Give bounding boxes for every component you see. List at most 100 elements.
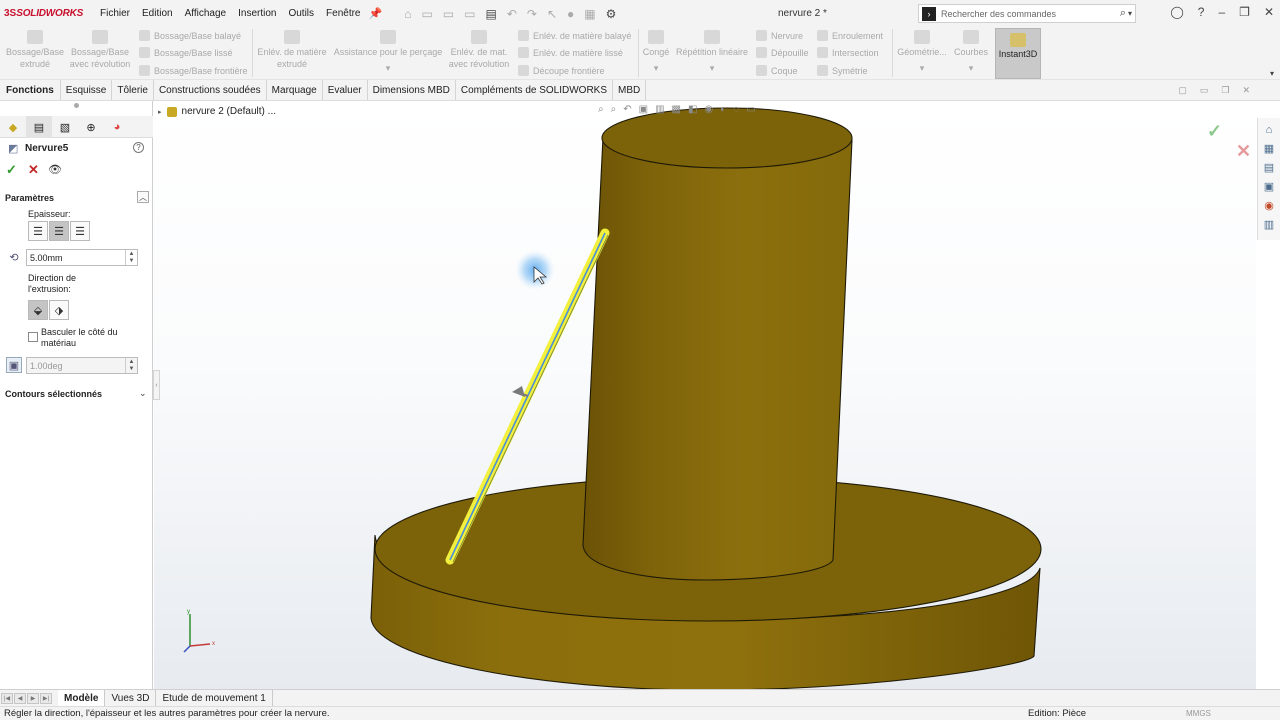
- last-tab-icon[interactable]: ▶|: [40, 692, 52, 704]
- tab-marquage[interactable]: Marquage: [267, 80, 323, 100]
- thickness-stepper[interactable]: ▲ ▼: [125, 250, 137, 265]
- enlev-revolution-button[interactable]: Enlév. de mat. avec révolution: [446, 30, 512, 70]
- draft-angle-stepper[interactable]: ▲ ▼: [125, 358, 137, 373]
- home-icon[interactable]: ⌂: [404, 7, 411, 21]
- property-manager-tab[interactable]: ▤: [26, 116, 52, 138]
- menu-outils[interactable]: Outils: [288, 8, 314, 19]
- close-icon[interactable]: ✕: [1264, 5, 1274, 19]
- tab-complements[interactable]: Compléments de SOLIDWORKS: [456, 80, 614, 100]
- graphics-area[interactable]: y x: [154, 101, 1256, 689]
- enlev-balaye-button[interactable]: Enlév. de matière balayé: [518, 30, 631, 41]
- thickness-input[interactable]: 5.00mm ▲ ▼: [26, 249, 138, 266]
- edit-appearance-icon[interactable]: ◐: [720, 104, 726, 115]
- cancel-button[interactable]: ✕: [28, 162, 39, 178]
- appearances-icon[interactable]: ◉: [1262, 198, 1277, 213]
- chevron-down-icon[interactable]: ▾: [641, 62, 671, 74]
- display-style-icon[interactable]: ◧: [688, 104, 697, 115]
- draft-angle-input[interactable]: 1.00deg ▲ ▼: [26, 357, 138, 374]
- minimize-icon[interactable]: –: [1218, 5, 1225, 19]
- menu-fenetre[interactable]: Fenêtre: [326, 8, 360, 19]
- bossage-frontiere-button[interactable]: Bossage/Base frontière: [139, 65, 248, 76]
- print-icon[interactable]: ▤: [485, 7, 496, 21]
- restore-icon[interactable]: ❐: [1221, 85, 1229, 96]
- chevron-down-icon[interactable]: ▾: [1270, 69, 1274, 78]
- custom-properties-icon[interactable]: ▥: [1262, 217, 1277, 232]
- tab-mbd[interactable]: MBD: [613, 80, 647, 100]
- open-icon[interactable]: ▭: [443, 7, 454, 21]
- thickness-value[interactable]: 5.00mm: [27, 253, 125, 263]
- feature-tree-flyout[interactable]: ▸ nervure 2 (Default) ...: [158, 106, 276, 117]
- tab-vues-3d[interactable]: Vues 3D: [105, 689, 157, 707]
- chevron-down-icon[interactable]: ▾: [674, 62, 750, 74]
- search-icon[interactable]: ⌕: [1120, 7, 1126, 20]
- chevron-down-icon[interactable]: ▾: [332, 62, 444, 74]
- options-gear-icon[interactable]: ⚙: [606, 7, 617, 21]
- ok-button[interactable]: ✓: [6, 162, 17, 178]
- configuration-manager-tab[interactable]: ▧: [52, 116, 78, 138]
- section-view-icon[interactable]: ▣: [639, 104, 648, 115]
- dimxpert-manager-tab[interactable]: ⊕: [78, 116, 104, 138]
- pin-icon[interactable]: 📌: [369, 7, 383, 20]
- symetrie-button[interactable]: Symétrie: [817, 65, 868, 76]
- view-palette-icon[interactable]: ▣: [1262, 179, 1277, 194]
- geometrie-reference-button[interactable]: Géométrie... ▾: [896, 30, 948, 74]
- coque-button[interactable]: Coque: [756, 65, 798, 76]
- preview-eye-icon[interactable]: 👁: [48, 163, 62, 176]
- file-explorer-icon[interactable]: ▤: [1262, 160, 1277, 175]
- menu-insertion[interactable]: Insertion: [238, 8, 276, 19]
- tab-modele[interactable]: Modèle: [58, 689, 106, 707]
- draft-angle-value[interactable]: 1.00deg: [27, 361, 125, 371]
- chevron-down-icon[interactable]: ⌄: [139, 388, 147, 399]
- tile-icon[interactable]: ▢: [1178, 85, 1187, 96]
- chevron-down-icon[interactable]: ▾: [896, 62, 948, 74]
- file-properties-icon[interactable]: ▦: [584, 7, 595, 21]
- view-settings-icon[interactable]: ▭: [746, 104, 755, 115]
- thickness-second-side-button[interactable]: ☰: [70, 221, 90, 241]
- confirmation-cancel-icon[interactable]: ✕: [1236, 141, 1251, 162]
- help-icon[interactable]: ?: [133, 142, 144, 153]
- menu-edition[interactable]: Edition: [142, 8, 173, 19]
- enlev-lisse-button[interactable]: Enlév. de matière lissé: [518, 47, 623, 58]
- tab-dimensions-mbd[interactable]: Dimensions MBD: [368, 80, 456, 100]
- assistance-percage-button[interactable]: Assistance pour le perçage ▾: [332, 30, 444, 74]
- first-tab-icon[interactable]: |◀: [1, 692, 13, 704]
- confirmation-ok-icon[interactable]: ✓: [1207, 121, 1222, 142]
- bossage-lisse-button[interactable]: Bossage/Base lissé: [139, 47, 233, 58]
- user-icon[interactable]: ◯: [1170, 5, 1183, 19]
- next-tab-icon[interactable]: ▶: [27, 692, 39, 704]
- tab-evaluer[interactable]: Evaluer: [323, 80, 368, 100]
- draft-toggle-button[interactable]: ▣: [6, 357, 22, 373]
- menu-affichage[interactable]: Affichage: [185, 8, 227, 19]
- repetition-lineaire-button[interactable]: Répétition linéaire ▾: [674, 30, 750, 74]
- tree-item-label[interactable]: nervure 2 (Default) ...: [182, 106, 276, 117]
- apply-scene-icon[interactable]: ◌: [733, 104, 739, 115]
- undo-icon[interactable]: ↶: [507, 7, 517, 21]
- direction-parallel-button[interactable]: ⬙: [28, 300, 48, 320]
- new-document-icon[interactable]: ▭: [421, 7, 432, 21]
- depouille-button[interactable]: Dépouille: [756, 47, 809, 58]
- flip-material-checkbox[interactable]: [28, 332, 38, 342]
- redo-icon[interactable]: ↷: [527, 7, 537, 21]
- menu-fichier[interactable]: Fichier: [100, 8, 130, 19]
- tab-esquisse[interactable]: Esquisse: [61, 80, 113, 100]
- dynamic-annotation-icon[interactable]: ▥: [655, 104, 664, 115]
- bossage-revolution-button[interactable]: Bossage/Base avec révolution: [68, 30, 132, 70]
- minimize-icon[interactable]: ▭: [1200, 85, 1209, 96]
- thickness-both-sides-button[interactable]: ☰: [49, 221, 69, 241]
- rebuild-icon[interactable]: ●: [567, 7, 574, 21]
- decoupe-frontiere-button[interactable]: Découpe frontière: [518, 65, 605, 76]
- command-search[interactable]: › Rechercher des commandes ⌕ ▾: [918, 4, 1136, 23]
- direction-normal-button[interactable]: ⬗: [49, 300, 69, 320]
- courbes-button[interactable]: Courbes ▾: [951, 30, 991, 74]
- enroulement-button[interactable]: Enroulement: [817, 30, 883, 41]
- chevron-right-icon[interactable]: ▸: [158, 108, 162, 116]
- panel-handle[interactable]: [74, 103, 79, 108]
- part-model[interactable]: [154, 101, 1256, 689]
- thickness-first-side-button[interactable]: ☰: [28, 221, 48, 241]
- bossage-balaye-button[interactable]: Bossage/Base balayé: [139, 30, 241, 41]
- intersection-button[interactable]: Intersection: [817, 47, 879, 58]
- tab-fonctions[interactable]: Fonctions: [0, 80, 61, 100]
- close-icon[interactable]: ✕: [1242, 85, 1250, 96]
- prev-tab-icon[interactable]: ◀: [14, 692, 26, 704]
- view-orientation-icon[interactable]: ▩: [672, 104, 681, 115]
